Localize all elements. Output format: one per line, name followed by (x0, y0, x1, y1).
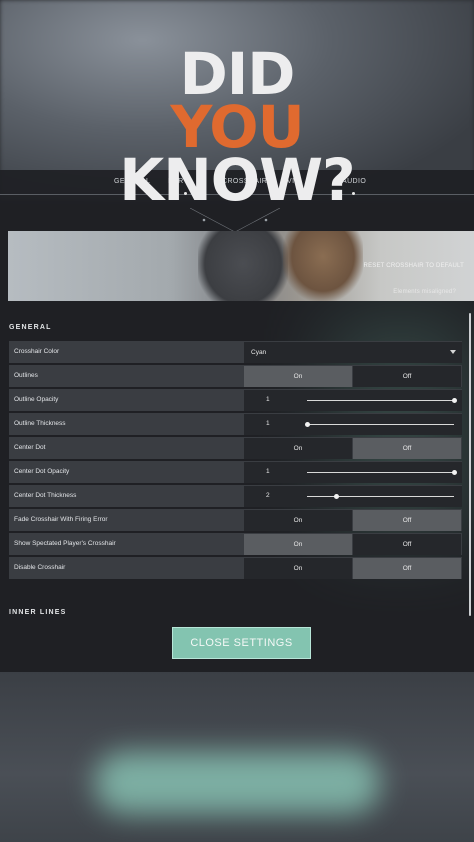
center-dot-thickness-slider[interactable] (244, 486, 462, 507)
headline-line-3: KNOW? (119, 146, 355, 214)
reset-crosshair-link[interactable]: RESET CROSSHAIR TO DEFAULT (364, 263, 464, 269)
setting-row-fade-crosshair: Fade Crosshair With Firing Error On Off (9, 509, 462, 531)
setting-label: Outline Thickness (14, 420, 66, 427)
disable-crosshair-on-button[interactable]: On (244, 558, 352, 579)
setting-row-center-dot: Center Dot On Off (9, 437, 462, 459)
slider-value: 1 (266, 396, 270, 403)
center-dot-opacity-slider[interactable] (244, 462, 462, 483)
setting-row-outline-opacity: Outline Opacity 1 (9, 389, 462, 411)
setting-label: Outline Opacity (14, 396, 59, 403)
section-title-inner-lines: INNER LINES (9, 609, 67, 616)
slider-value: 1 (266, 468, 270, 475)
setting-label: Crosshair Color (14, 348, 60, 355)
chevron-down-icon (450, 350, 456, 354)
slider-thumb[interactable] (451, 398, 457, 403)
setting-label: Center Dot Opacity (14, 468, 70, 475)
slider-thumb[interactable] (451, 470, 457, 475)
select-value: Cyan (251, 349, 267, 356)
outlines-on-button[interactable]: On (244, 366, 352, 387)
fade-crosshair-on-button[interactable]: On (244, 510, 352, 531)
slider-track (307, 472, 454, 473)
slider-track (307, 424, 454, 425)
show-spectated-off-button[interactable]: Off (353, 534, 461, 555)
preview-rock-shape (198, 231, 288, 301)
slider-thumb[interactable] (304, 422, 310, 427)
slider-value: 2 (266, 492, 270, 499)
setting-label: Outlines (14, 372, 38, 379)
setting-row-center-dot-opacity: Center Dot Opacity 1 (9, 461, 462, 483)
setting-row-disable-crosshair: Disable Crosshair On Off (9, 557, 462, 579)
setting-row-show-spectated: Show Spectated Player's Crosshair On Off (9, 533, 462, 555)
center-dot-on-button[interactable]: On (244, 438, 352, 459)
slider-track (307, 496, 454, 497)
setting-label: Show Spectated Player's Crosshair (14, 540, 116, 547)
section-title-general: GENERAL (9, 324, 52, 331)
setting-label: Center Dot Thickness (14, 492, 77, 499)
outline-opacity-slider[interactable] (244, 390, 462, 411)
show-spectated-on-button[interactable]: On (244, 534, 352, 555)
setting-row-crosshair-color: Crosshair Color Cyan (9, 341, 462, 363)
settings-scrollbar[interactable] (469, 313, 471, 616)
setting-row-outlines: Outlines On Off (9, 365, 462, 387)
fade-crosshair-off-button[interactable]: Off (353, 510, 461, 531)
close-settings-button[interactable]: CLOSE SETTINGS (172, 627, 311, 659)
elements-misaligned-link[interactable]: Elements misaligned? (393, 289, 456, 295)
crosshair-color-select[interactable]: Cyan (244, 342, 462, 363)
slider-thumb[interactable] (333, 494, 339, 499)
preview-rock-shape (283, 231, 363, 301)
slider-value: 1 (266, 420, 270, 427)
center-dot-off-button[interactable]: Off (353, 438, 461, 459)
outlines-off-button[interactable]: Off (353, 366, 461, 387)
background-button-glow (95, 752, 380, 814)
setting-label: Disable Crosshair (14, 564, 66, 571)
disable-crosshair-off-button[interactable]: Off (353, 558, 461, 579)
setting-row-center-dot-thickness: Center Dot Thickness 2 (9, 485, 462, 507)
setting-row-outline-thickness: Outline Thickness 1 (9, 413, 462, 435)
outline-thickness-slider[interactable] (244, 414, 462, 435)
setting-label: Fade Crosshair With Firing Error (14, 516, 108, 523)
slider-track (307, 400, 454, 401)
crosshair-preview: RESET CROSSHAIR TO DEFAULT Elements misa… (8, 231, 474, 301)
setting-label: Center Dot (14, 444, 46, 451)
